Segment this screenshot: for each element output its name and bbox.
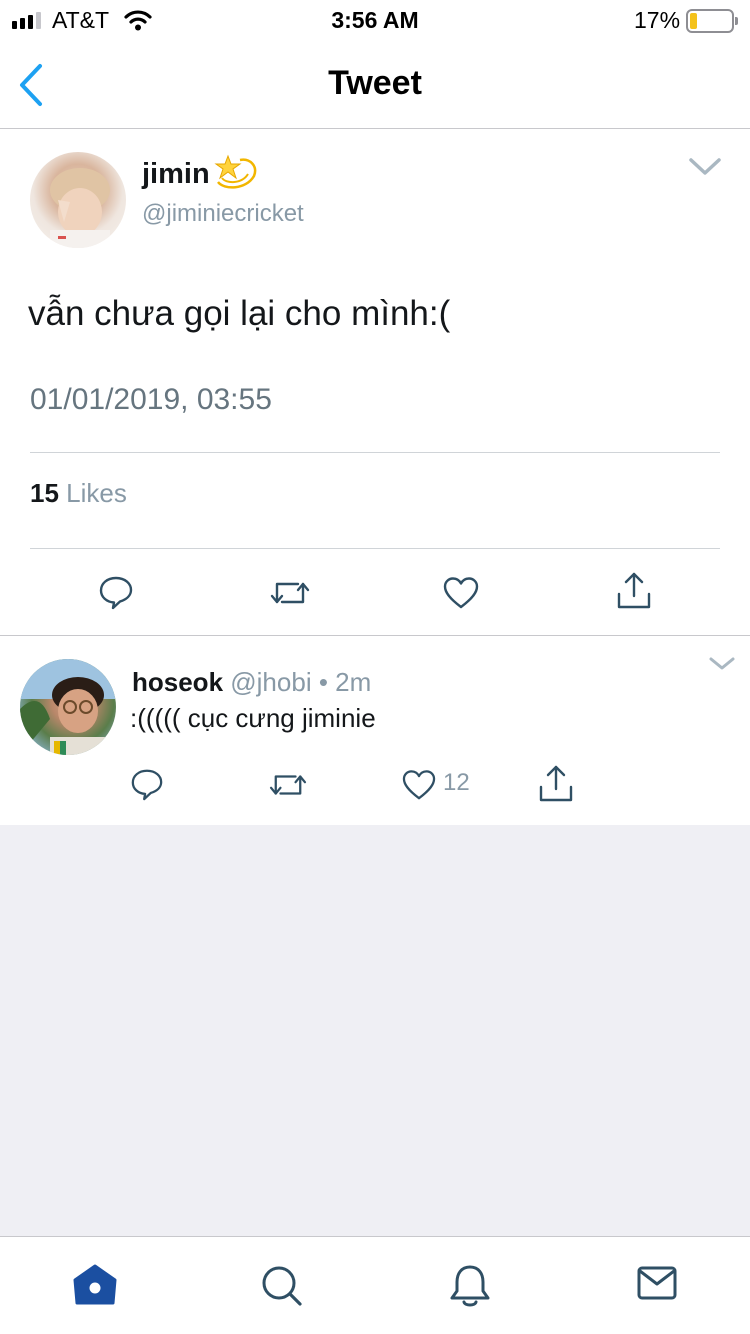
home-icon: [73, 1264, 117, 1305]
page-title: Tweet: [328, 64, 422, 102]
navigation-bar: Tweet: [0, 40, 750, 129]
dizzy-star-emoji: [214, 152, 258, 197]
reply-reply-button[interactable]: [130, 767, 164, 806]
share-icon: [617, 572, 651, 609]
status-bar: AT&T 3:56 AM 17%: [0, 0, 750, 40]
retweet-icon: [269, 775, 307, 795]
reply-author-handle[interactable]: @jhobi: [230, 667, 311, 697]
chevron-down-icon: [689, 158, 721, 175]
author-handle[interactable]: @jiminiecricket: [142, 200, 304, 228]
battery-level-fill: [690, 13, 697, 29]
reply-header: hoseok @jhobi • 2m: [132, 667, 371, 698]
battery-icon: [686, 9, 738, 33]
author-avatar[interactable]: [30, 152, 126, 248]
reply-age: 2m: [335, 667, 372, 697]
main-tweet: jimin @jiminiecricket vẫn chưa gọi lại c…: [0, 130, 750, 636]
likes-count: 15: [30, 478, 59, 508]
tweet-timestamp: 01/01/2019, 03:55: [30, 383, 272, 416]
notifications-icon: [450, 1265, 490, 1307]
battery-percent: 17%: [634, 7, 681, 33]
empty-background: [0, 825, 750, 1236]
retweet-icon: [270, 582, 310, 604]
reply-avatar[interactable]: [20, 659, 116, 755]
tab-home[interactable]: [72, 1263, 118, 1312]
reply-author-name[interactable]: hoseok: [132, 667, 223, 697]
avatar-image: [50, 168, 110, 248]
chevron-down-icon: [709, 657, 735, 670]
likes-summary[interactable]: 15 Likes: [30, 478, 127, 509]
share-icon: [539, 765, 573, 802]
avatar-image: [20, 659, 116, 755]
reply-icon: [131, 769, 163, 801]
tab-search[interactable]: [259, 1263, 303, 1312]
reply-button[interactable]: [98, 574, 134, 615]
reply-text: :((((( cục cưng jiminie: [130, 703, 376, 733]
share-button[interactable]: [616, 570, 652, 615]
more-options-button[interactable]: [688, 156, 722, 183]
messages-icon: [637, 1266, 677, 1300]
reply-retweet-button[interactable]: [269, 769, 307, 806]
reply-like-count: 12: [443, 769, 470, 796]
tab-bar: [0, 1236, 750, 1334]
reply-more-options-button[interactable]: [708, 655, 736, 678]
reply-share-button[interactable]: [538, 763, 574, 808]
heart-icon: [443, 577, 479, 609]
reply-like-button[interactable]: [402, 769, 436, 806]
likes-label: Likes: [66, 478, 127, 508]
heart-icon: [402, 770, 436, 800]
like-button[interactable]: [443, 576, 479, 615]
search-icon: [262, 1266, 302, 1306]
tab-messages[interactable]: [636, 1263, 678, 1308]
author-name[interactable]: jimin: [142, 158, 210, 191]
retweet-button[interactable]: [270, 576, 310, 615]
tab-notifications[interactable]: [448, 1263, 492, 1314]
divider: [30, 548, 720, 549]
divider: [30, 452, 720, 453]
reply-icon: [99, 576, 133, 610]
reply-separator: •: [318, 667, 328, 697]
tweet-text: vẫn chưa gọi lại cho mình:(: [28, 294, 451, 333]
reply-tweet[interactable]: hoseok @jhobi • 2m :((((( cục cưng jimin…: [0, 637, 750, 825]
